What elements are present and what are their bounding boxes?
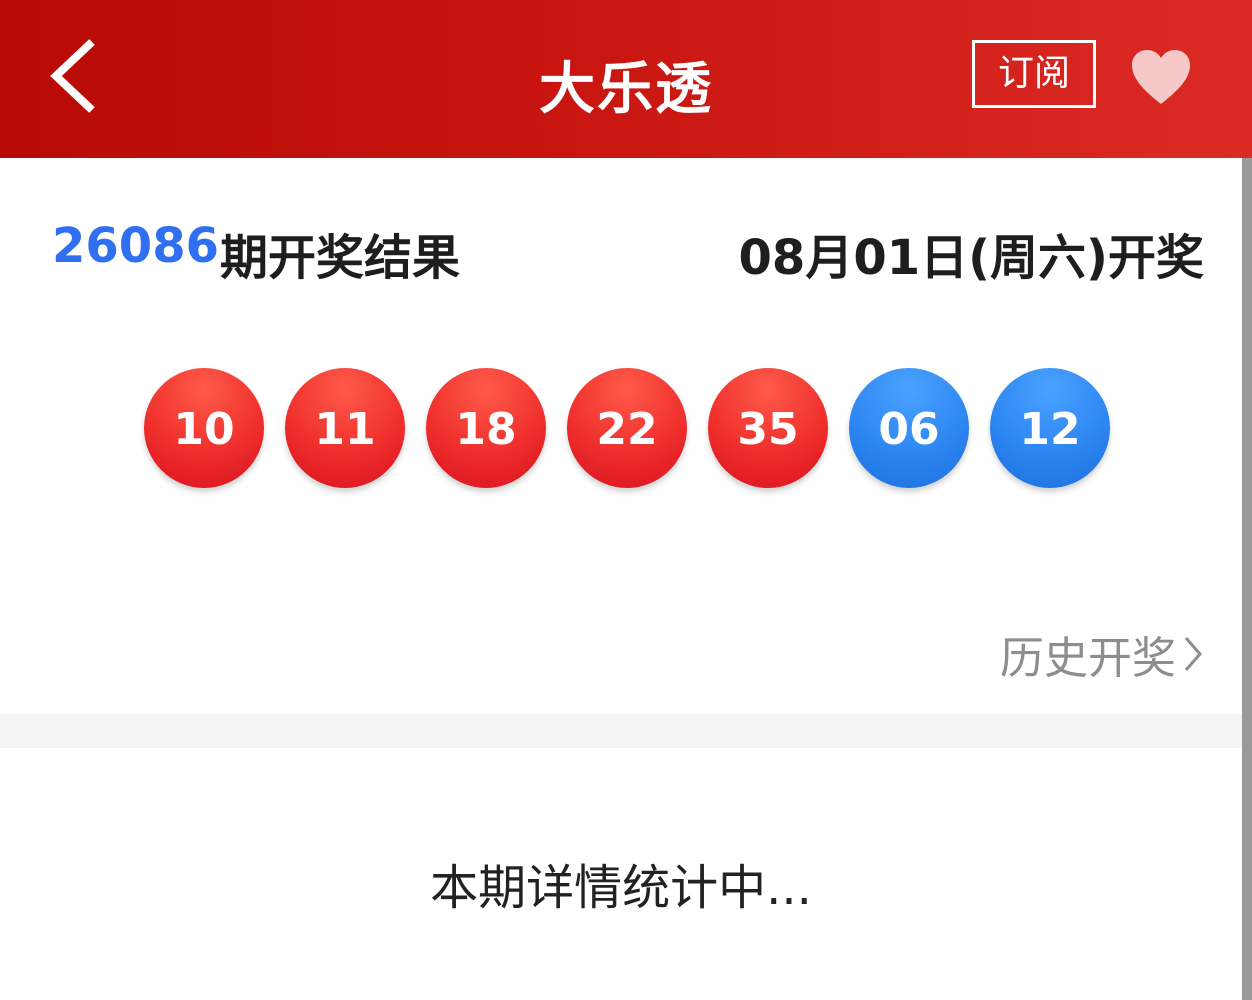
chevron-right-icon xyxy=(1184,637,1202,671)
history-draws-link[interactable]: 历史开奖 xyxy=(1000,622,1204,686)
draw-info-row: 26086 期开奖结果 08月01日(周六)开奖 xyxy=(52,218,1204,286)
front-ball: 11 xyxy=(285,368,405,488)
issue-number: 26086 xyxy=(52,218,219,274)
front-ball: 22 xyxy=(567,368,687,488)
draw-date: 08月01日(周六)开奖 xyxy=(738,230,1204,286)
favorite-button[interactable] xyxy=(1130,48,1192,106)
winning-numbers: 10 11 18 22 35 06 12 xyxy=(144,368,1124,490)
front-ball: 35 xyxy=(708,368,828,488)
issue-label: 期开奖结果 xyxy=(220,230,461,286)
scrollbar[interactable] xyxy=(1242,158,1252,1000)
section-divider xyxy=(0,714,1242,748)
history-draws-label: 历史开奖 xyxy=(1000,633,1176,684)
back-ball: 12 xyxy=(990,368,1110,488)
subscribe-button[interactable]: 订阅 xyxy=(972,40,1096,108)
app-header: 大乐透 订阅 xyxy=(0,0,1252,158)
front-ball: 10 xyxy=(144,368,264,488)
back-ball: 06 xyxy=(849,368,969,488)
front-ball: 18 xyxy=(426,368,546,488)
stats-status-text: 本期详情统计中... xyxy=(430,860,812,916)
heart-icon xyxy=(1132,50,1190,104)
